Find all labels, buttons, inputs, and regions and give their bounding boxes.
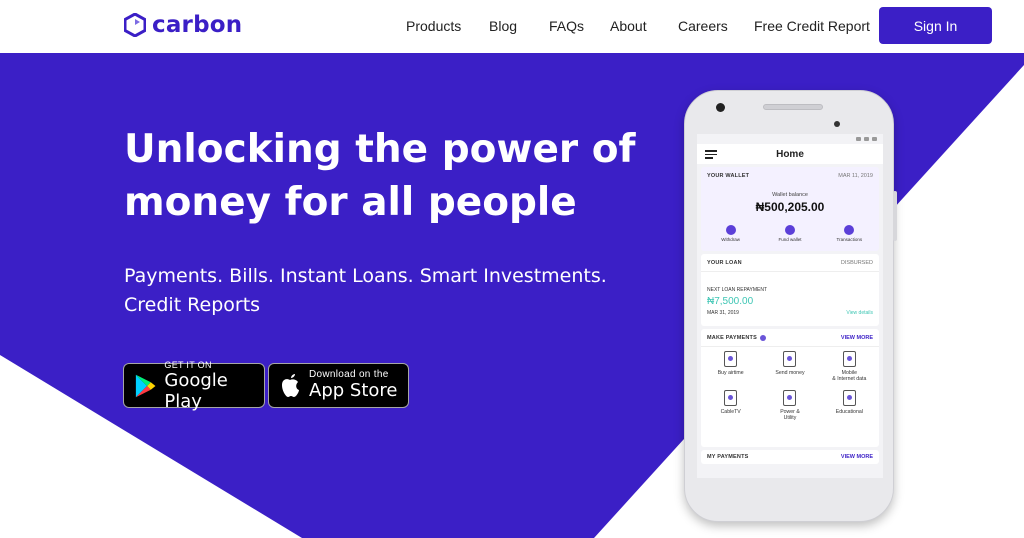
google-play-icon [135, 374, 156, 397]
wallet-label: YOUR WALLET [707, 173, 750, 179]
google-badge-small: GET IT ON [164, 359, 212, 370]
educational-item[interactable]: Educational [820, 390, 879, 421]
cabletv-icon [724, 390, 738, 406]
withdraw-action[interactable]: Withdraw [711, 225, 751, 242]
app-store-badge[interactable]: Download on the App Store [268, 363, 409, 408]
apple-icon [282, 373, 299, 397]
mobile-data-item[interactable]: Mobile & Internet data [820, 351, 879, 382]
educational-icon [842, 390, 856, 406]
nav-blog[interactable]: Blog [489, 18, 517, 34]
app-title: Home [776, 148, 804, 160]
my-payments-label: MY PAYMENTS [707, 454, 749, 460]
phone-speaker [763, 104, 823, 110]
nav-careers[interactable]: Careers [678, 18, 728, 34]
subline-line-2: Credit Reports [124, 294, 261, 316]
phone-side-button [893, 191, 897, 241]
fund-wallet-label: Fund wallet [778, 237, 802, 242]
apple-badge-big: App Store [309, 380, 398, 401]
send-money-item[interactable]: Send money [760, 351, 819, 382]
loan-divider [701, 271, 879, 272]
payment-item-label: Utility [783, 415, 797, 421]
hero-headline: Unlocking the power of money for all peo… [124, 123, 644, 229]
payments-card: MAKE PAYMENTS VIEW MORE Buy airtime Send… [701, 329, 879, 447]
headline-line-2: money for all people [124, 180, 577, 225]
payment-item-label: & Internet data [832, 376, 867, 382]
phone-sensor [834, 121, 840, 127]
nav-links: Products Blog FAQs About Careers Free Cr… [0, 18, 1024, 36]
fund-wallet-icon [784, 225, 795, 235]
fund-wallet-action[interactable]: Fund wallet [770, 225, 810, 242]
apple-badge-small: Download on the [309, 369, 389, 380]
withdraw-label: Withdraw [721, 237, 741, 242]
status-bar [697, 134, 883, 144]
transactions-label: Transactions [836, 237, 863, 242]
loan-label: YOUR LOAN [707, 260, 742, 266]
cabletv-item[interactable]: CableTV [701, 390, 760, 421]
transactions-action[interactable]: Transactions [829, 225, 869, 242]
wallet-balance-label: Wallet balance [772, 192, 808, 198]
loan-amount: ₦7,500.00 [707, 296, 754, 307]
top-nav: carbon Products Blog FAQs About Careers … [0, 0, 1024, 53]
payments-divider [701, 346, 879, 347]
bulb-icon [783, 390, 797, 406]
loan-date: MAR 31, 2019 [707, 310, 739, 316]
payment-item-label: Educational [835, 409, 863, 415]
payment-item-label: CableTV [720, 409, 741, 415]
buy-airtime-item[interactable]: Buy airtime [701, 351, 760, 382]
google-play-badge[interactable]: GET IT ON Google Play [123, 359, 265, 412]
power-utility-item[interactable]: Power & Utility [760, 390, 819, 421]
next-repayment-label: NEXT LOAN REPAYMENT [707, 287, 768, 293]
wallet-balance: ₦500,205.00 [755, 200, 825, 214]
nav-free-credit-report[interactable]: Free Credit Report [754, 18, 870, 34]
my-payments-view-more[interactable]: VIEW MORE [841, 454, 873, 460]
app-bar: Home [697, 144, 883, 164]
withdraw-icon [725, 225, 736, 235]
subline-line-1: Payments. Bills. Instant Loans. Smart In… [124, 265, 607, 287]
sign-in-button[interactable]: Sign In [879, 7, 992, 44]
view-details-link[interactable]: View details [846, 310, 873, 316]
my-payments-card: MY PAYMENTS VIEW MORE [701, 450, 879, 464]
nav-faqs[interactable]: FAQs [549, 18, 584, 34]
payments-view-more[interactable]: VIEW MORE [841, 335, 873, 341]
transactions-icon [844, 225, 855, 235]
payments-header: MAKE PAYMENTS [707, 335, 766, 341]
loan-card: YOUR LOAN DISBURSED NEXT LOAN REPAYMENT … [701, 254, 879, 326]
nav-about[interactable]: About [610, 18, 647, 34]
phone-screen: Home YOUR WALLET MAR 11, 2019 Wallet bal… [697, 134, 883, 478]
google-badge-big: Google Play [164, 369, 228, 412]
airtime-icon [724, 351, 738, 367]
mobile-data-icon [842, 351, 856, 367]
phone-mockup: Home YOUR WALLET MAR 11, 2019 Wallet bal… [684, 90, 897, 522]
wallet-actions: Withdraw Fund wallet Transactions [701, 225, 879, 242]
info-icon[interactable] [759, 335, 766, 341]
payments-label: MAKE PAYMENTS [707, 335, 757, 341]
loan-status: DISBURSED [840, 260, 873, 266]
wallet-date: MAR 11, 2019 [838, 173, 873, 179]
payment-grid: Buy airtime Send money Mobile & Internet … [701, 351, 879, 421]
headline-line-1: Unlocking the power of [124, 127, 636, 172]
send-money-icon [783, 351, 797, 367]
payment-item-label: Send money [775, 370, 805, 376]
menu-icon[interactable] [705, 150, 717, 159]
nav-products[interactable]: Products [406, 18, 461, 34]
hero-subline: Payments. Bills. Instant Loans. Smart In… [124, 262, 644, 320]
payment-item-label: Buy airtime [717, 370, 744, 376]
wallet-card: YOUR WALLET MAR 11, 2019 Wallet balance … [701, 167, 879, 251]
phone-camera [716, 103, 725, 112]
